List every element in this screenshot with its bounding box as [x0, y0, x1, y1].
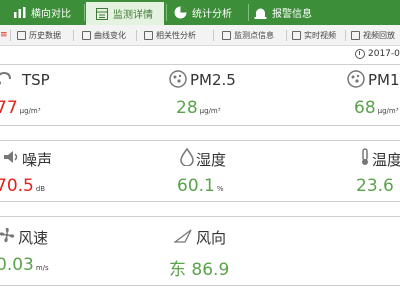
metric-number: 60.1 [177, 176, 215, 196]
fan-icon [0, 227, 15, 243]
date-display: 2017-0 [355, 47, 400, 61]
metric-label: 湿度 [196, 151, 227, 169]
video-icon [292, 30, 301, 40]
live-video-button[interactable]: 实时视频 [292, 25, 336, 45]
metric-number: 70.5 [0, 176, 34, 196]
tab-divider [248, 4, 249, 21]
metric-unit: dB [35, 185, 46, 193]
metric-tsp: TSP 77 μg/m³ [0, 64, 130, 126]
tab-divider [84, 4, 85, 21]
details-icon [96, 7, 108, 20]
metric-number: 68 [354, 98, 376, 118]
metric-number: 23.6 [356, 176, 394, 196]
tab-label: 监测详情 [113, 10, 153, 21]
alarm-icon [254, 8, 267, 19]
tab-horizontal-compare[interactable]: 横向对比 [0, 0, 82, 25]
curve-icon [82, 30, 91, 40]
bar-chart-icon [14, 7, 26, 18]
date-text: 2017-0 [368, 49, 400, 59]
metric-pm25: PM2.5 28 μg/m³ [160, 64, 290, 126]
correlation-analysis-button[interactable]: 相关性分析 [144, 25, 196, 45]
video-playback-label: 视频回放 [363, 30, 395, 40]
info-icon [222, 30, 231, 40]
monitor-point-info-button[interactable]: 监测点信息 [222, 25, 274, 45]
metric-value: 77 μg/m³ [0, 98, 41, 118]
tab-alarm-info[interactable]: 报警信息 [252, 0, 332, 25]
metric-label: 风速 [18, 229, 49, 247]
metric-value: 60.1% [177, 176, 224, 196]
metric-value: 23.6 [356, 176, 396, 196]
live-video-label: 实时视频 [304, 30, 336, 40]
toolbar-divider [286, 30, 287, 41]
wind-direction-icon [174, 229, 192, 243]
history-data-label: 历史数据 [29, 30, 61, 40]
metric-wind-direction: 风向 东 86.9 [160, 216, 290, 280]
tab-label: 统计分析 [192, 9, 232, 20]
playback-icon [351, 30, 360, 40]
metric-unit: % [216, 185, 224, 193]
metric-noise: 噪声 70.5 dB [0, 140, 130, 202]
particle-icon [347, 70, 365, 88]
metric-temperature: 温度 23.6 [330, 140, 400, 202]
metric-label: PM1 [368, 71, 400, 89]
toolbar-divider [345, 30, 346, 41]
tab-statistics[interactable]: 统计分析 [170, 0, 250, 25]
metric-unit: m/s [35, 264, 49, 272]
metric-wind-speed: 风速 0.03 m/s [0, 216, 130, 278]
toolbar-divider [136, 30, 137, 41]
sub-toolbar: ≡ 历史数据 曲线变化 相关性分析 监测点信息 实时视频 视频回放 [0, 25, 400, 46]
tab-divider [166, 4, 167, 21]
monitor-point-info-label: 监测点信息 [234, 30, 274, 40]
metric-value: 28 μg/m³ [176, 98, 221, 118]
humidity-icon [180, 148, 194, 166]
top-navigation: 横向对比 监测详情 统计分析 报警信息 [0, 0, 400, 25]
metric-value: 0.03 m/s [0, 255, 49, 275]
metric-value: 68 μg/m³ [354, 98, 399, 118]
metric-unit: μg/m³ [199, 107, 221, 115]
tab-label: 横向对比 [31, 9, 71, 20]
metric-number: 77 [0, 98, 18, 118]
metric-humidity: 湿度 60.1% [160, 140, 290, 202]
metric-number: 28 [176, 98, 198, 118]
metric-unit: μg/m³ [19, 107, 41, 115]
toolbar-edge-item[interactable]: ≡ [0, 25, 8, 45]
toolbar-divider [213, 30, 214, 41]
history-data-button[interactable]: 历史数据 [17, 25, 61, 45]
particle-icon [169, 70, 187, 88]
video-playback-button[interactable]: 视频回放 [351, 25, 395, 45]
metric-label: 噪声 [22, 151, 53, 169]
correlation-icon [144, 30, 153, 40]
metric-value: 70.5 dB [0, 176, 45, 196]
metric-label: TSP [22, 71, 50, 89]
curve-change-button[interactable]: 曲线变化 [82, 25, 126, 45]
metric-value: 东 86.9 [169, 255, 231, 280]
metric-pm1: PM1 68 μg/m³ [330, 64, 400, 126]
curve-change-label: 曲线变化 [94, 30, 126, 40]
noise-icon [4, 151, 18, 163]
pie-chart-icon [174, 6, 187, 19]
dust-icon [0, 71, 11, 85]
metric-label: 风向 [196, 229, 227, 247]
correlation-analysis-label: 相关性分析 [156, 30, 196, 40]
clock-icon [355, 49, 365, 59]
metric-number: 0.03 [0, 255, 34, 275]
toolbar-divider [73, 30, 74, 41]
metric-label: PM2.5 [190, 71, 236, 89]
tab-label: 报警信息 [272, 9, 312, 20]
toolbar-divider [10, 30, 11, 41]
marker-icon: ≡ [0, 30, 8, 40]
metric-number: 东 86.9 [169, 260, 230, 280]
metric-unit: μg/m³ [377, 107, 399, 115]
history-icon [17, 30, 26, 40]
tab-monitor-details[interactable]: 监测详情 [86, 0, 164, 25]
metric-label: 温度 [372, 151, 400, 169]
date-bar: 2017-0 [0, 46, 400, 62]
